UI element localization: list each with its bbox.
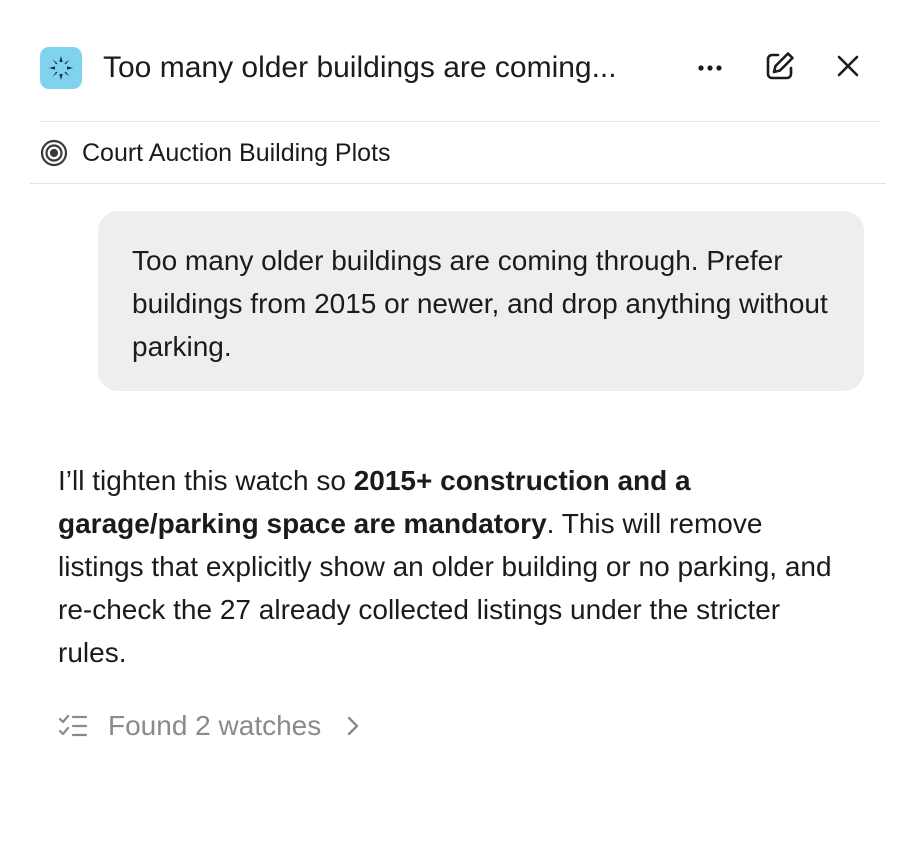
checklist-icon [58, 711, 88, 741]
assistant-message: I’ll tighten this watch so 2015+ constru… [58, 459, 848, 674]
conversation-title: Too many older buildings are coming... [103, 51, 617, 84]
close-icon [836, 54, 860, 83]
user-message-bubble: Too many older buildings are coming thro… [98, 211, 864, 391]
user-message-text: Too many older buildings are coming thro… [132, 245, 828, 362]
project-divider [30, 183, 886, 184]
found-watches-toggle[interactable]: Found 2 watches [58, 704, 363, 748]
edit-square-icon [764, 50, 796, 87]
header-divider [40, 121, 880, 122]
found-watches-label: Found 2 watches [108, 710, 322, 741]
more-options-button[interactable] [690, 48, 730, 88]
more-horizontal-icon [697, 59, 723, 77]
target-icon [40, 139, 68, 167]
close-button[interactable] [828, 48, 868, 88]
project-link[interactable]: Court Auction Building Plots [40, 128, 391, 178]
assistant-text-part1: I’ll tighten this watch so [58, 465, 354, 496]
project-name: Court Auction Building Plots [82, 138, 391, 167]
chevron-right-icon [343, 714, 363, 738]
new-chat-button[interactable] [760, 48, 800, 88]
sparkle-burst-icon [40, 47, 82, 89]
chat-header: Too many older buildings are coming... [0, 0, 916, 122]
